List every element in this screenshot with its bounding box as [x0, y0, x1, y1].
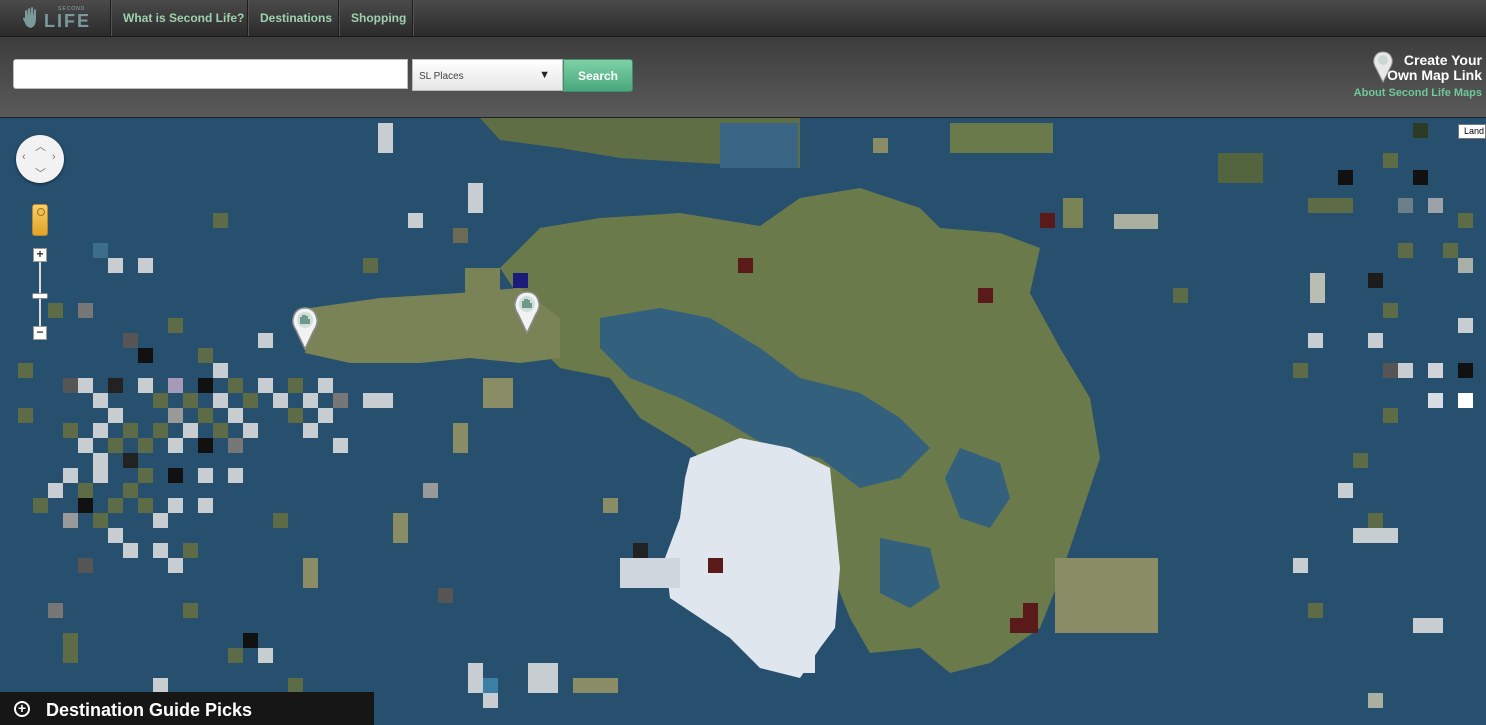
create-link-line1: Create Your — [1403, 52, 1482, 68]
nav-divider — [110, 0, 111, 36]
search-category-select[interactable]: SL Places ▼ — [412, 59, 563, 91]
pan-control[interactable]: ︿ ﹀ ‹ › — [16, 135, 64, 183]
pan-down-icon[interactable]: ﹀ — [35, 165, 46, 181]
search-button[interactable]: Search — [563, 59, 633, 92]
second-life-logo[interactable]: SECOND LIFE — [22, 4, 91, 32]
pan-left-icon[interactable]: ‹ — [22, 151, 26, 163]
pan-up-icon[interactable]: ︿ — [35, 138, 46, 154]
nav-divider — [247, 0, 248, 36]
nav-link-shopping[interactable]: Shopping — [351, 11, 406, 25]
land-map-type-button[interactable]: Land — [1458, 124, 1486, 139]
zoom-slider-handle[interactable] — [32, 293, 48, 299]
snow-patch — [785, 648, 815, 673]
dropdown-arrow-icon: ▼ — [539, 69, 550, 81]
location-marker-icon[interactable] — [512, 290, 542, 334]
zoom-in-button[interactable]: + — [33, 248, 47, 262]
zoom-out-button[interactable]: − — [33, 326, 47, 340]
map-tiles — [18, 118, 1473, 708]
nav-link-destinations[interactable]: Destinations — [260, 11, 332, 25]
nav-divider — [338, 0, 339, 36]
pan-right-icon[interactable]: › — [52, 151, 56, 163]
world-map[interactable]: ︿ ﹀ ‹ › + − Land + Destination Guide Pic… — [0, 118, 1486, 725]
create-link-line2: Own Map Link — [1387, 67, 1482, 83]
top-nav: SECOND LIFE What is Second Life? Destina… — [0, 0, 1486, 37]
search-category-value: SL Places — [419, 71, 464, 82]
expand-plus-icon[interactable]: + — [14, 701, 30, 717]
snow-patch — [620, 558, 680, 588]
destination-guide-title: Destination Guide Picks — [46, 700, 253, 720]
search-bar: SL Places ▼ Search Create Your Own Map L… — [0, 37, 1486, 118]
location-marker-icon[interactable] — [290, 306, 320, 350]
logo-big-text: LIFE — [44, 10, 91, 31]
nav-link-what-is-second-life[interactable]: What is Second Life? — [123, 11, 244, 25]
southeast-island — [1055, 558, 1158, 633]
snow-region — [665, 438, 840, 678]
search-input[interactable] — [13, 59, 408, 89]
hand-logo-icon — [23, 7, 36, 28]
about-maps-link[interactable]: About Second Life Maps — [1354, 87, 1482, 99]
destination-guide-panel[interactable]: + Destination Guide Picks — [0, 692, 374, 725]
create-map-link[interactable]: Create Your Own Map Link — [1372, 51, 1482, 87]
pegman-icon[interactable] — [32, 204, 48, 236]
nav-divider — [412, 0, 413, 36]
